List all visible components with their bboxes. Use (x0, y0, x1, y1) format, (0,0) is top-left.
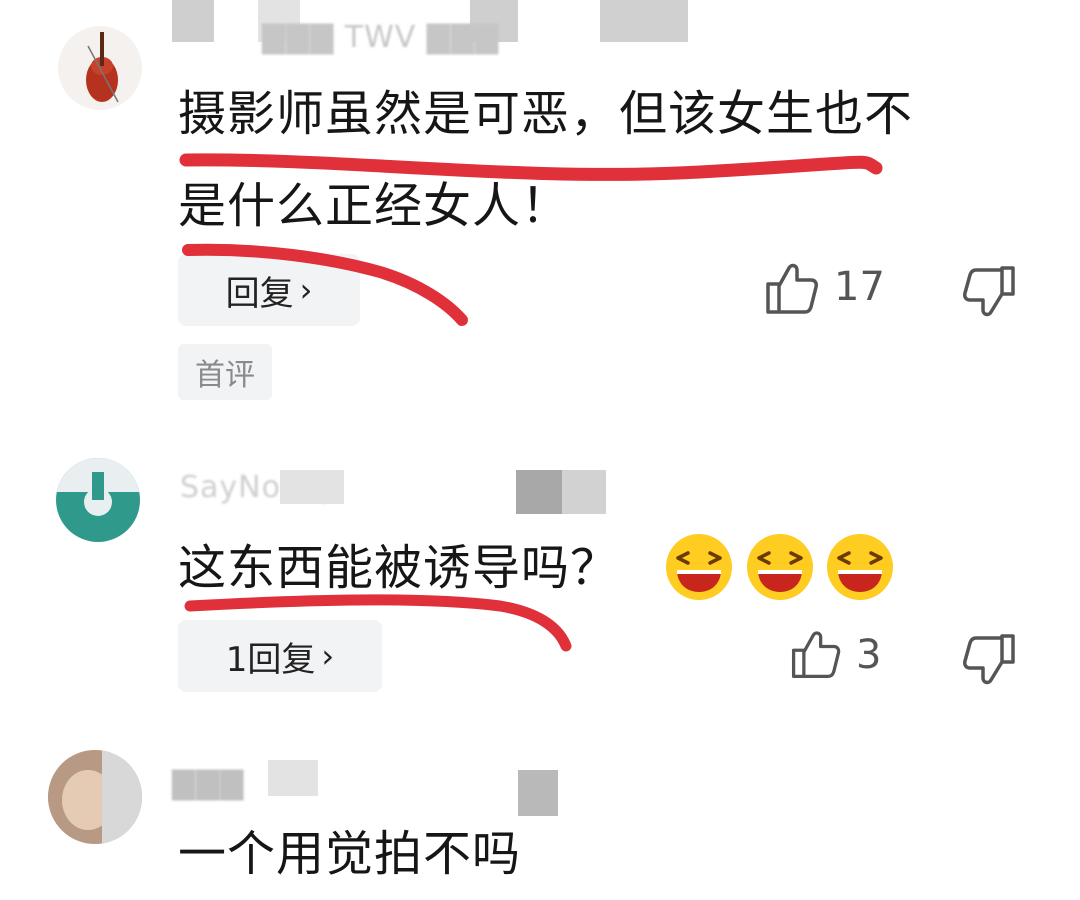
laughing-face-emoji (747, 534, 813, 600)
chevron-right-icon: › (299, 271, 313, 309)
avatar-image-icon (48, 750, 142, 844)
redaction-block (600, 0, 688, 42)
avatar[interactable] (56, 458, 140, 542)
first-comment-badge: 首评 (178, 344, 272, 400)
thumbs-down-icon (963, 634, 1015, 685)
redaction-block (518, 770, 558, 816)
username[interactable]: ▇▇▇ (172, 766, 244, 801)
like-count: 17 (834, 264, 885, 310)
reply-label: 回复 (225, 273, 294, 314)
like-count: 3 (856, 632, 882, 678)
redaction-block (172, 0, 214, 42)
like-button[interactable] (762, 258, 822, 318)
reply-button[interactable]: 回复 › (178, 254, 360, 326)
violin-avatar-icon (86, 32, 119, 103)
comment-text: 摄影师虽然是可恶，但该女生也不 (178, 86, 914, 142)
dislike-button[interactable] (962, 262, 1018, 318)
username[interactable]: ▇▇▇ TWV ▇▇▇ (262, 20, 499, 55)
thumbs-up-icon (791, 631, 841, 679)
comment-text: 是什么正经女人！ (178, 178, 571, 234)
comment-text: 这东西能被诱导吗？ (178, 540, 620, 596)
like-button[interactable] (788, 626, 844, 682)
laughing-face-emoji (827, 534, 893, 600)
avatar[interactable] (48, 750, 142, 844)
chevron-right-icon: › (321, 637, 335, 675)
thumbs-up-icon (766, 263, 818, 314)
laughing-face-emoji (666, 534, 732, 600)
redaction-block (268, 760, 318, 796)
reply-label: 1回复 (225, 639, 316, 680)
dislike-button[interactable] (962, 630, 1018, 686)
redaction-block (562, 470, 606, 514)
thumbs-down-icon (963, 266, 1015, 317)
avatar-image-icon (56, 458, 140, 516)
reply-button[interactable]: 1回复 › (178, 620, 382, 692)
redaction-block (280, 470, 344, 504)
redaction-block (516, 470, 562, 514)
avatar[interactable] (58, 26, 142, 110)
comment-text: 一个用觉拍不吗 (178, 826, 522, 882)
